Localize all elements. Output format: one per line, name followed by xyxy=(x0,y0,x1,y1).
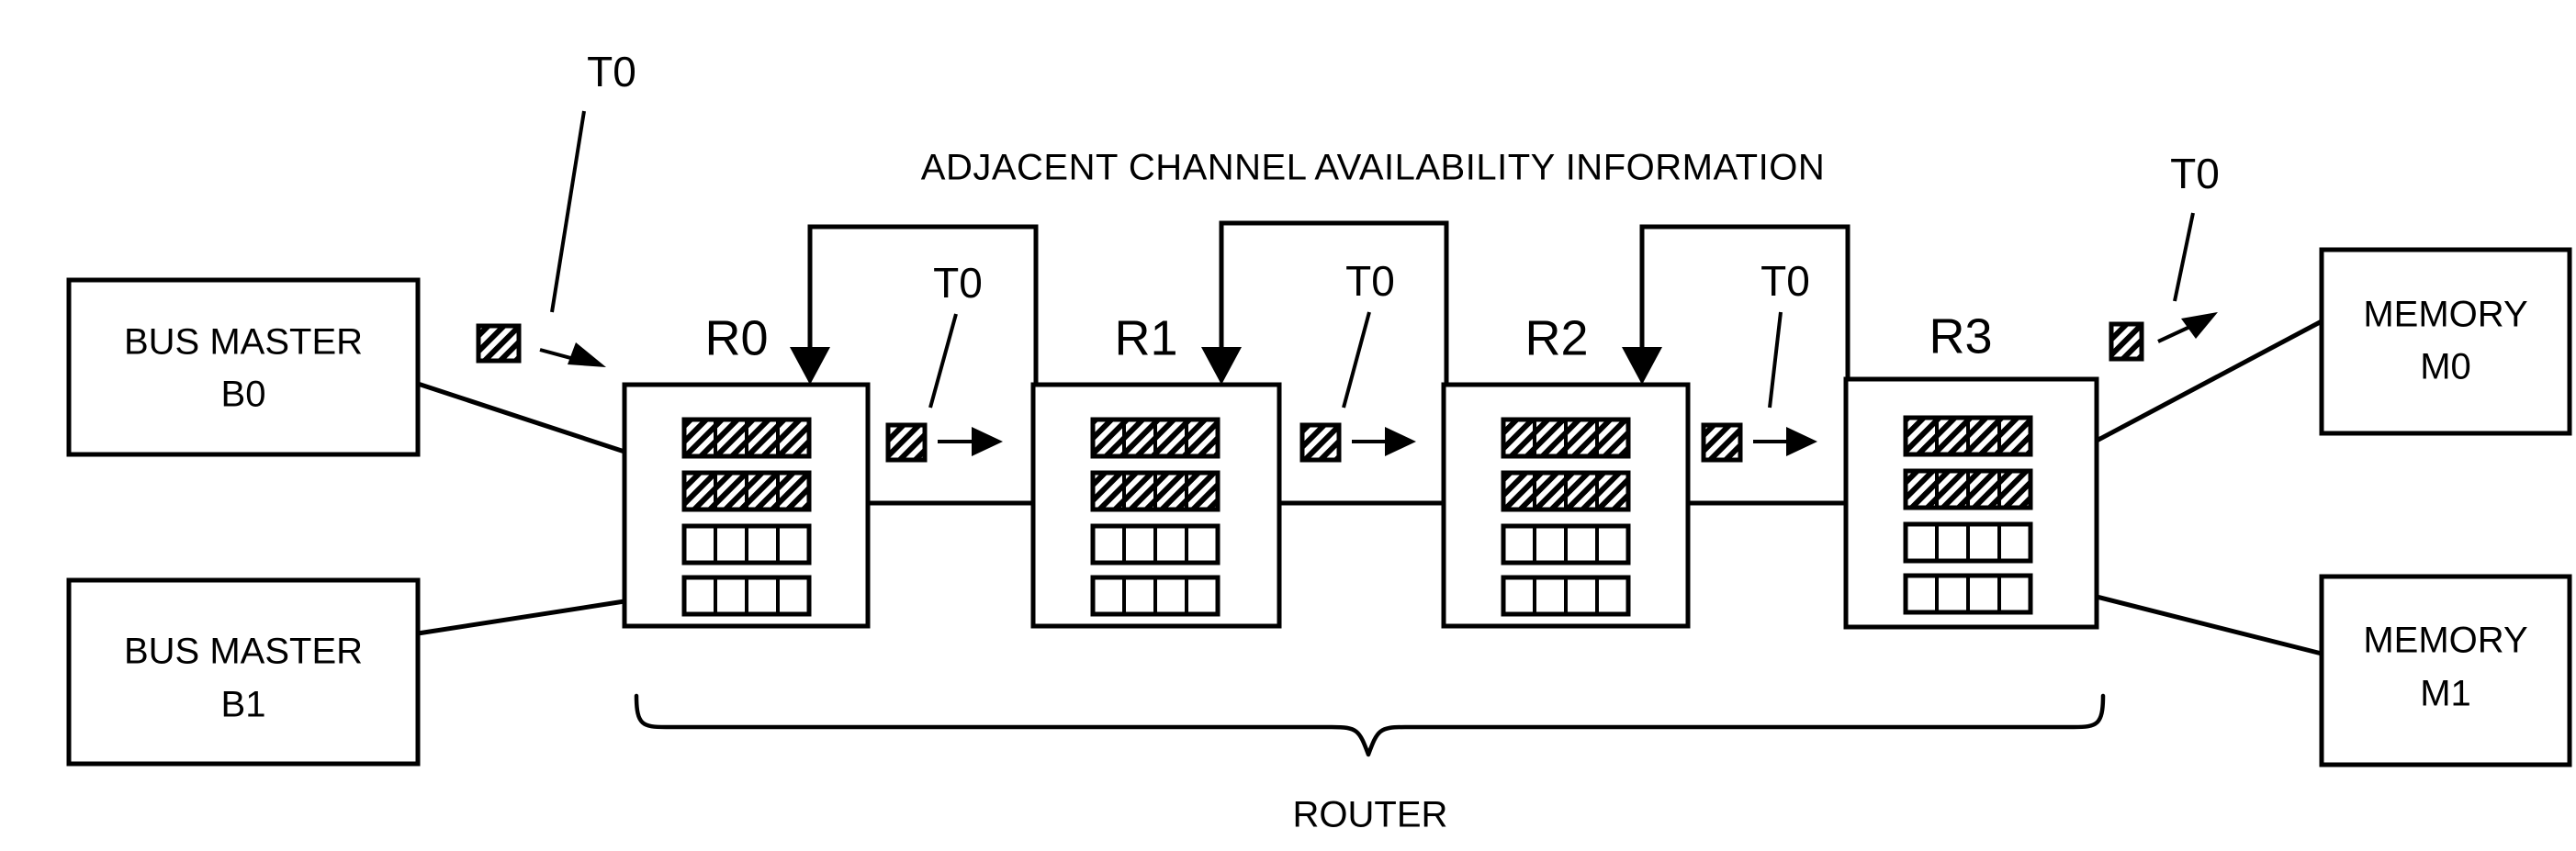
router-r3-buffer-row-3 xyxy=(1903,573,2033,615)
availability-arrowhead-r0 xyxy=(790,347,830,385)
router-r3-buffer-row-0 xyxy=(1903,415,2033,457)
memory-m0-box xyxy=(2319,247,2572,436)
router-r0-buffer-row-2 xyxy=(681,523,812,565)
tag-label-r0-r1: T0 xyxy=(933,259,983,307)
packet-arrowhead-ingress-b0 xyxy=(568,342,606,367)
router-r2-buffer-row-1 xyxy=(1501,470,1631,512)
packet-arrowhead-r1-r2 xyxy=(1385,427,1416,456)
router-r1-label: R1 xyxy=(1114,310,1177,365)
router-r0-buffer-row-1 xyxy=(681,470,812,512)
packet-square-r0-r1 xyxy=(885,422,928,463)
router-r1[interactable]: R1 xyxy=(1030,310,1282,629)
router-r2-buffer-row-0 xyxy=(1501,417,1631,459)
router-group-caption: ROUTER xyxy=(1293,795,1448,835)
leader-line-tag-r2-r3 xyxy=(1768,311,1783,409)
packet-arrowhead-r0-r1 xyxy=(972,427,1003,456)
packet-square-r2-r3 xyxy=(1701,422,1743,463)
tag-label-r1-r2: T0 xyxy=(1345,257,1395,305)
router-r3[interactable]: R3 xyxy=(1843,308,2099,630)
leader-line-tag-egress-m0 xyxy=(2173,212,2195,302)
memory-m1-label-line2: M1 xyxy=(2420,674,2471,714)
memory-m0-label-line1: MEMORY xyxy=(2363,295,2527,335)
router-group-brace xyxy=(634,693,2106,757)
packet-marker-r0-r1: T0 xyxy=(885,259,1003,463)
bus-master-b0-box xyxy=(66,277,421,457)
packet-marker-r2-r3: T0 xyxy=(1701,257,1817,463)
tag-label-egress-m0: T0 xyxy=(2170,150,2220,197)
packet-marker-r1-r2: T0 xyxy=(1299,257,1416,463)
router-r2-buffer-row-2 xyxy=(1501,523,1631,565)
packet-arrowhead-egress-m0 xyxy=(2181,312,2218,339)
tag-label-ingress-b0: T0 xyxy=(587,48,636,95)
packet-marker-ingress-b0: T0 xyxy=(476,48,636,367)
figure-canvas: ADJACENT CHANNEL AVAILABILITY INFORMATIO… xyxy=(0,0,2576,851)
memory-m0-label-line2: M0 xyxy=(2420,347,2471,387)
router-r3-label: R3 xyxy=(1929,308,1992,364)
router-r1-buffer-row-2 xyxy=(1090,523,1221,565)
packet-square-egress-m0 xyxy=(2109,321,2144,362)
bus-master-b0-label-line1: BUS MASTER xyxy=(124,322,363,363)
router-r0-buffer-row-3 xyxy=(681,575,812,617)
availability-arrowhead-r1 xyxy=(1201,347,1242,385)
figure-title: ADJACENT CHANNEL AVAILABILITY INFORMATIO… xyxy=(921,148,1825,188)
packet-square-r1-r2 xyxy=(1299,422,1342,463)
link-r3-to-m1 xyxy=(2096,594,2323,656)
bus-master-b0-label-line2: B0 xyxy=(221,375,266,415)
bus-master-b1-label-line1: BUS MASTER xyxy=(124,632,363,672)
leader-line-tag-r0-r1 xyxy=(928,313,958,409)
router-r3-buffer-row-1 xyxy=(1903,468,2033,510)
router-r2-label: R2 xyxy=(1524,310,1588,365)
network-on-chip-diagram: ADJACENT CHANNEL AVAILABILITY INFORMATIO… xyxy=(66,48,2572,835)
leader-line-tag-r1-r2 xyxy=(1342,311,1371,409)
bus-master-b1-box xyxy=(66,577,421,767)
memory-m1-box xyxy=(2319,574,2572,767)
leader-line-tag-ingress-b0 xyxy=(550,110,586,313)
packet-arrowhead-r2-r3 xyxy=(1786,427,1817,456)
router-r1-buffer-row-1 xyxy=(1090,470,1221,512)
availability-bracket-r1-to-r0 xyxy=(790,224,1039,385)
availability-bracket-r3-to-r2 xyxy=(1622,224,1850,385)
availability-bracket-r2-to-r1 xyxy=(1201,220,1449,385)
packet-marker-egress-m0: T0 xyxy=(2109,150,2220,362)
packet-square-ingress-b0 xyxy=(476,323,522,364)
router-r0-label: R0 xyxy=(704,310,768,365)
link-b0-to-r0 xyxy=(417,381,625,454)
router-r1-buffer-row-0 xyxy=(1090,417,1221,459)
availability-arrowhead-r2 xyxy=(1622,347,1662,385)
bus-master-b1-label-line2: B1 xyxy=(221,685,266,725)
router-r0[interactable]: R0 xyxy=(622,310,871,629)
tag-label-r2-r3: T0 xyxy=(1760,257,1810,305)
router-r2-buffer-row-3 xyxy=(1501,575,1631,617)
memory-m1-label-line1: MEMORY xyxy=(2363,621,2527,661)
router-r0-buffer-row-0 xyxy=(681,417,812,459)
router-r3-buffer-row-2 xyxy=(1903,521,2033,564)
link-b1-to-r0 xyxy=(417,599,625,636)
router-r1-buffer-row-3 xyxy=(1090,575,1221,617)
